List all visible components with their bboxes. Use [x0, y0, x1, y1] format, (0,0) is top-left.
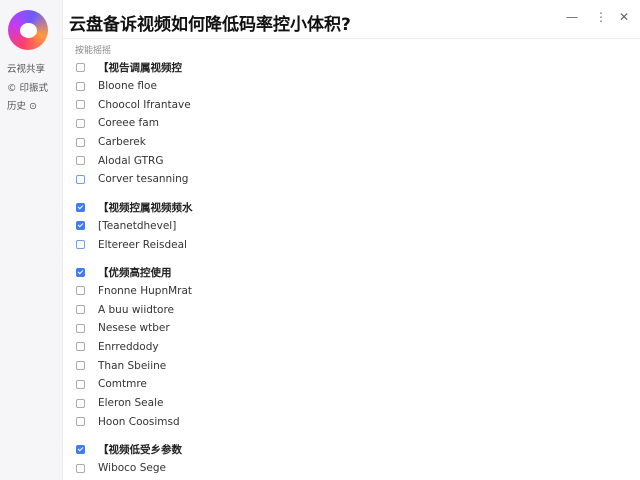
- close-icon[interactable]: ✕: [619, 10, 629, 24]
- list-item-label: [Teanetdhevel]: [98, 219, 177, 232]
- checkbox[interactable]: [76, 379, 85, 389]
- group-header-label: 【视告调属视频控: [98, 61, 182, 74]
- list-item[interactable]: A buu wiidtore: [76, 300, 616, 319]
- list-item[interactable]: Carberek: [76, 133, 616, 152]
- list-item-label: Eleron Seale: [98, 397, 164, 410]
- list-item[interactable]: Wiboco Sege: [76, 459, 616, 478]
- list-item[interactable]: Nesese wtber: [76, 319, 616, 338]
- checkbox[interactable]: [76, 174, 85, 184]
- list-item-label: Carberek: [98, 136, 146, 149]
- list-item-label: Comtmre: [98, 378, 147, 391]
- checkbox[interactable]: [76, 100, 85, 110]
- list-item[interactable]: Corver tesanning: [76, 170, 616, 189]
- list-item[interactable]: [Teanetdhevel]: [76, 217, 616, 236]
- checkbox[interactable]: [76, 323, 85, 333]
- list-item-label: Nesese wtber: [98, 322, 170, 335]
- checkbox[interactable]: [76, 240, 85, 250]
- checkbox-checked[interactable]: [76, 221, 85, 231]
- group-header[interactable]: 【视频控属视频频水: [76, 198, 616, 217]
- checkbox[interactable]: [76, 62, 85, 72]
- list-item[interactable]: Coreee fam: [76, 114, 616, 133]
- list-item[interactable]: Hoon Coosimsd: [76, 412, 616, 431]
- list-item-label: Alodal GTRG: [98, 154, 164, 167]
- minimize-icon[interactable]: —: [566, 10, 578, 24]
- group-header[interactable]: 【优频高控使用: [76, 263, 616, 282]
- list-item-label: Wiboco Sege: [98, 462, 166, 475]
- sidebar-item-print[interactable]: © 印振式: [7, 80, 48, 94]
- list-item[interactable]: Fnonne HupnMrat: [76, 282, 616, 301]
- checkbox[interactable]: [76, 342, 85, 352]
- group-header[interactable]: 【视告调属视频控: [76, 58, 616, 77]
- list-item[interactable]: Eleron Seale: [76, 394, 616, 413]
- checkbox[interactable]: [76, 463, 85, 473]
- list-item-label: Hoon Coosimsd: [98, 415, 180, 428]
- checkbox-checked[interactable]: [76, 202, 85, 212]
- list-item-label: Choocol Ifrantave: [98, 98, 191, 111]
- checkbox[interactable]: [76, 286, 85, 296]
- list-item[interactable]: Than Sbeiine: [76, 356, 616, 375]
- sidebar-item-shared[interactable]: 云视共享: [7, 61, 45, 75]
- list-item-label: Enrreddody: [98, 340, 159, 353]
- page-title: 云盘备诉视频如何降低码率控小体积?: [69, 15, 351, 35]
- list-item[interactable]: Bloone floe: [76, 77, 616, 96]
- checkbox-checked[interactable]: [76, 267, 85, 277]
- checkbox[interactable]: [76, 361, 85, 371]
- sidebar-item-history[interactable]: 历史 ⊙: [7, 98, 37, 112]
- list-item-label: Coreee fam: [98, 117, 159, 130]
- list-item[interactable]: Eltereer Reisdeal: [76, 235, 616, 254]
- group-header-label: 【优频高控使用: [98, 266, 172, 279]
- list-item-label: Bloone floe: [98, 80, 157, 93]
- list-item-label: A buu wiidtore: [98, 303, 175, 316]
- group-header-label: 【视频控属视频频水: [98, 201, 193, 214]
- list-item-label: Fnonne HupnMrat: [98, 284, 193, 297]
- checkbox[interactable]: [76, 398, 85, 408]
- checkbox[interactable]: [76, 417, 85, 427]
- checkbox[interactable]: [76, 137, 85, 147]
- more-options-icon[interactable]: ⋮: [595, 10, 607, 24]
- list-item[interactable]: Choocol Ifrantave: [76, 95, 616, 114]
- list-item-label: Corver tesanning: [98, 173, 189, 186]
- list-item[interactable]: Comtmre: [76, 375, 616, 394]
- list-item-label: Eltereer Reisdeal: [98, 238, 187, 251]
- group-header-label: 【视频低受乡参数: [98, 443, 182, 456]
- checkbox[interactable]: [76, 81, 85, 91]
- list-item[interactable]: Enrreddody: [76, 338, 616, 357]
- list-item[interactable]: Alodal GTRG: [76, 151, 616, 170]
- group-gap: [76, 189, 616, 198]
- checkbox-checked[interactable]: [76, 444, 85, 454]
- checkbox[interactable]: [76, 156, 85, 166]
- group-gap: [76, 254, 616, 263]
- list-item-label: Than Sbeiine: [98, 359, 167, 372]
- group-header[interactable]: 【视频低受乡参数: [76, 440, 616, 459]
- checkbox[interactable]: [76, 118, 85, 128]
- header-divider: [63, 38, 640, 39]
- checklist: 【视告调属视频控 Bloone floe Choocol Ifrantave C…: [76, 58, 616, 477]
- checkbox[interactable]: [76, 305, 85, 315]
- sidebar: 云视共享 © 印振式 历史 ⊙: [0, 0, 63, 480]
- app-logo[interactable]: [8, 10, 48, 50]
- section-label: 按能摇摇: [75, 46, 112, 56]
- group-gap: [76, 431, 616, 440]
